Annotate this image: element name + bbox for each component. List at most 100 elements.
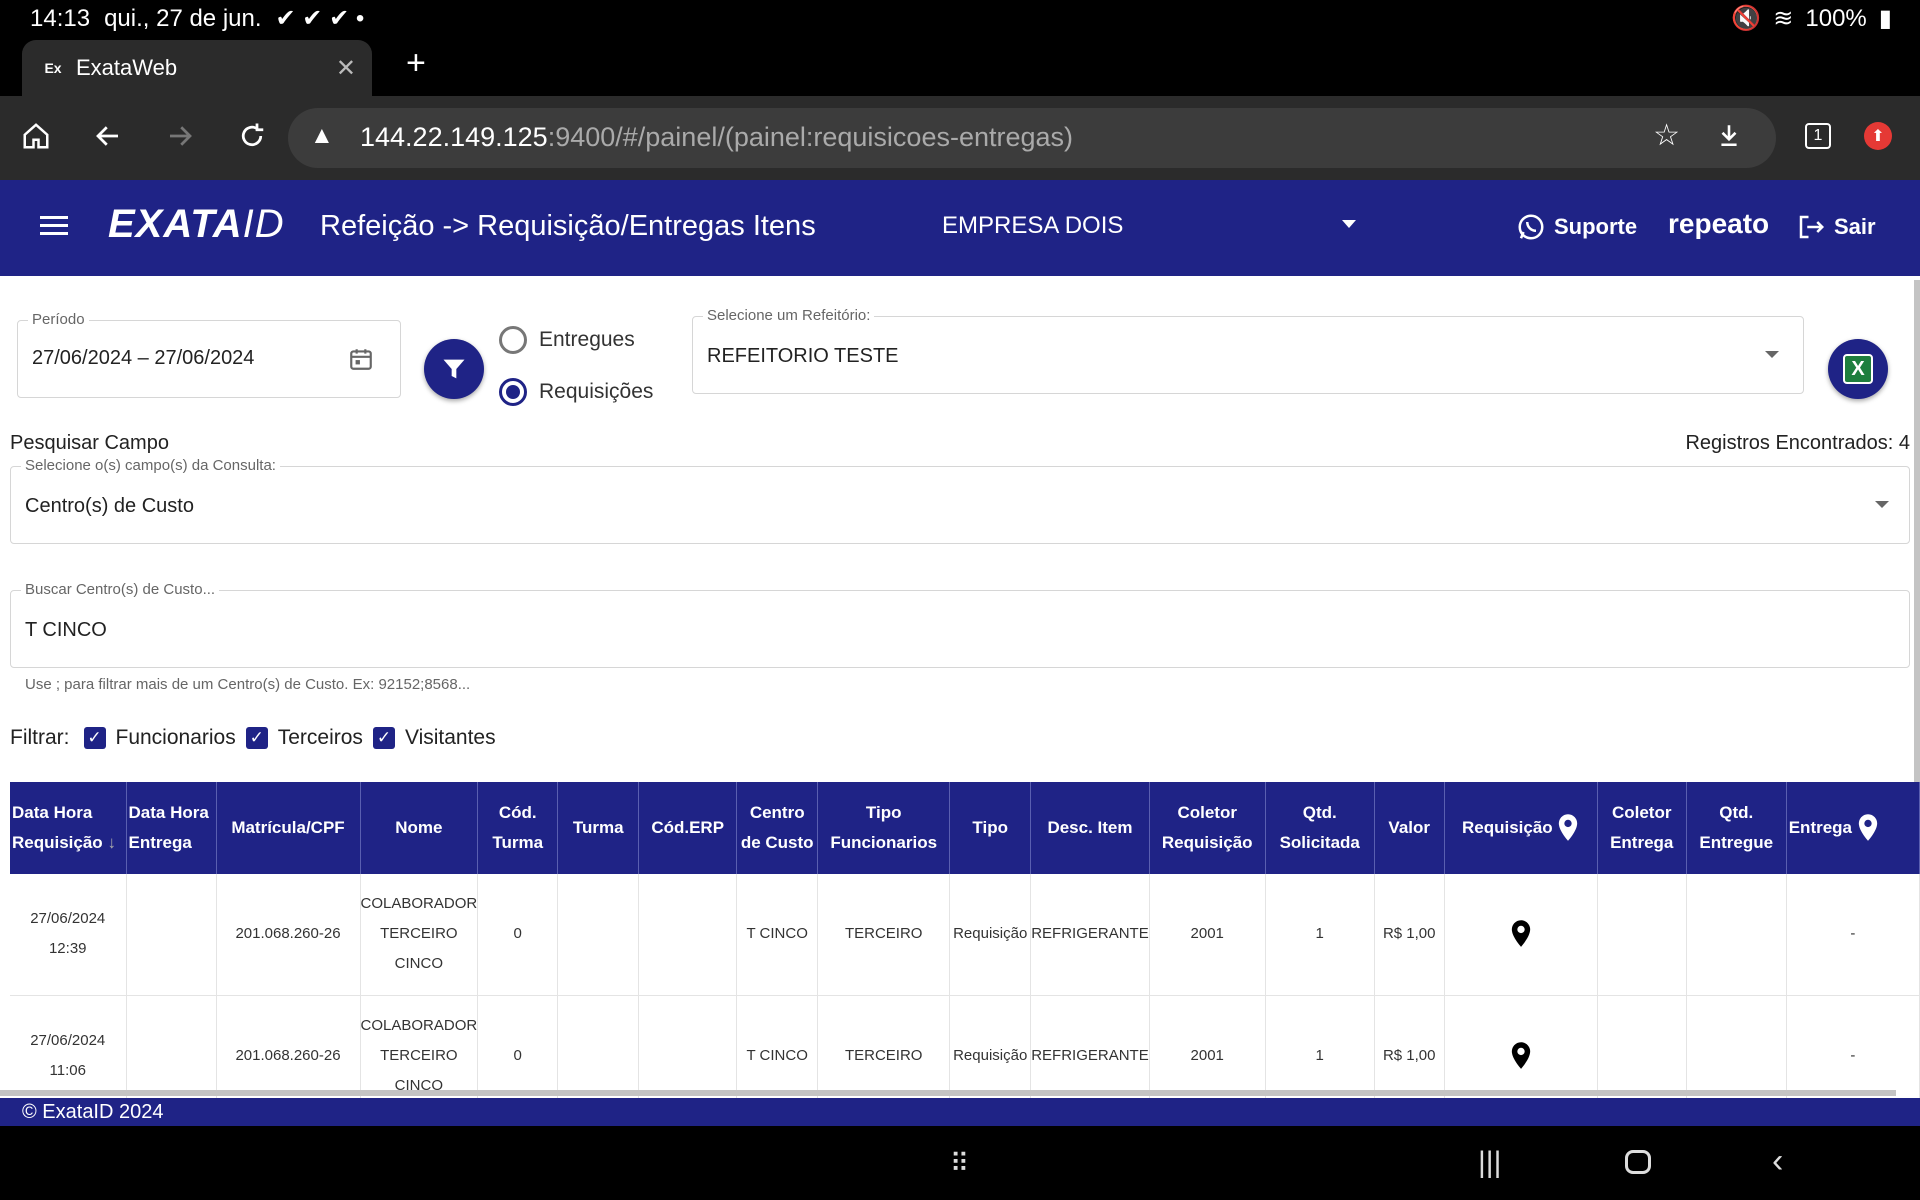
cost-center-search-label: Buscar Centro(s) de Custo... [21,581,220,598]
main-content: Período 27/06/2024 – 27/06/2024 Entregue… [0,276,1920,1098]
system-status-bar: 14:13 qui., 27 de jun. ✔ ✔ ✔ • 🔇 ≋ 100% … [0,0,1920,36]
logo-text: EXATA [108,202,243,246]
cell-cost-center: T CINCO [736,995,819,1098]
query-fields-select[interactable]: Selecione o(s) campo(s) da Consulta: Cen… [10,457,1910,544]
bookmark-star-icon[interactable]: ☆ [1653,118,1680,153]
col-delivery-location[interactable]: Entrega [1786,782,1920,874]
forward-icon[interactable] [160,116,200,156]
radio-requests-circle[interactable] [499,378,527,406]
url-path: :9400/#/painel/(painel:requisicoes-entre… [547,122,1074,152]
checkbox-funcionarios[interactable]: ✓ Funcionarios [83,726,236,750]
recent-apps-icon[interactable]: ||| [1478,1146,1501,1180]
checkbox-terceiros-label: Terceiros [277,726,363,749]
col-req-location-label: Requisição [1462,817,1553,837]
refectory-select[interactable]: Selecione um Refeitório: REFEITORIO TEST… [692,307,1804,394]
cell-req-location[interactable] [1444,874,1598,996]
col-name[interactable]: Nome [360,782,479,874]
col-collector-req[interactable]: Coletor Requisição [1149,782,1266,874]
filter-button[interactable] [424,339,484,399]
checkbox-visitantes[interactable]: ✓ Visitantes [372,726,496,750]
cell-req-datetime: 27/06/2024 12:39 [10,874,127,996]
col-value[interactable]: Valor [1374,782,1445,874]
horizontal-scrollbar[interactable] [0,1090,1896,1096]
cell-turma [557,874,640,996]
col-req-datetime-label: Data Hora Requisição [12,803,103,852]
new-tab-button[interactable]: + [406,44,426,83]
menu-icon[interactable] [40,216,68,240]
footer-copyright: © ExataID 2024 [0,1098,1920,1126]
tab-switcher-button[interactable]: 1 [1798,116,1838,156]
location-pin-icon[interactable] [1510,919,1532,949]
tab-title: ExataWeb [76,55,178,80]
support-button[interactable]: Suporte [1516,212,1637,242]
col-erp[interactable]: Cód.ERP [638,782,738,874]
cell-emp-type: TERCEIRO [817,874,951,996]
col-turma[interactable]: Turma [557,782,640,874]
apps-grid-icon[interactable]: ⠿ [950,1148,971,1179]
browser-tab[interactable]: Ex ExataWeb ✕ [22,40,372,96]
vertical-scrollbar[interactable] [1914,280,1920,782]
cell-delivery-location: - [1786,995,1920,1098]
calendar-icon[interactable] [348,345,374,378]
cell-value: R$ 1,00 [1374,874,1445,996]
filter-icon [443,359,465,379]
period-label: Período [28,311,89,328]
not-secure-icon[interactable]: ▲ [310,122,334,150]
type-filter-group: Filtrar: ✓ Funcionarios ✓ Terceiros ✓ Visit… [10,726,506,750]
export-excel-button[interactable]: X [1828,339,1888,399]
address-bar[interactable]: ▲ 144.22.149.125:9400/#/painel/(painel:r… [288,108,1776,168]
back-icon[interactable] [88,116,128,156]
records-count: Registros Encontrados: 4 [1685,432,1910,454]
radio-delivered-circle[interactable] [499,326,527,354]
refectory-dropdown-icon[interactable] [1765,351,1779,358]
col-cpf[interactable]: Matrícula/CPF [216,782,361,874]
logout-button[interactable]: Sair [1796,212,1876,242]
company-select[interactable]: EMPRESA DOIS [942,212,1123,240]
col-delivery-datetime[interactable]: Data Hora Entrega [126,782,217,874]
cell-req-location[interactable] [1444,995,1598,1098]
exataid-logo: EXATAID [108,202,285,247]
radio-requests[interactable]: Requisições [499,378,653,406]
back-nav-icon[interactable]: ‹ [1772,1142,1783,1181]
home-icon[interactable] [16,116,56,156]
home-nav-icon[interactable] [1625,1150,1651,1174]
radio-delivered-label: Entregues [539,328,635,351]
period-value: 27/06/2024 – 27/06/2024 [32,347,255,369]
date: qui., 27 de jun. [104,4,262,32]
query-fields-dropdown-icon[interactable] [1875,501,1889,508]
download-icon[interactable] [1716,120,1742,155]
col-req-datetime[interactable]: Data Hora Requisição ↓ [10,782,127,874]
cell-erp [638,874,738,996]
table-row[interactable]: 27/06/2024 11:06 201.068.260-26 COLABORAD… [10,995,1920,1098]
close-tab-icon[interactable]: ✕ [336,54,356,83]
system-navigation-bar: ⠿ ||| ‹ [0,1126,1920,1200]
whatsapp-icon [1518,214,1544,240]
wifi-icon: ≋ [1773,5,1794,32]
col-qty-req[interactable]: Qtd. Solicitada [1265,782,1375,874]
col-type[interactable]: Tipo [949,782,1032,874]
table-row[interactable]: 27/06/2024 12:39 201.068.260-26 COLABORAD… [10,874,1920,996]
cell-collector-del [1597,874,1687,996]
cell-turma-code: 0 [477,995,559,1098]
requests-table: Data Hora Requisição ↓ Data Hora Entrega… [10,782,1920,1098]
profile-update-icon[interactable]: ⬆ [1858,116,1898,156]
page-title: Refeição -> Requisição/Entregas Itens [320,210,816,242]
col-collector-del[interactable]: Coletor Entrega [1597,782,1687,874]
refectory-value: REFEITORIO TESTE [707,345,899,367]
company-dropdown-icon[interactable] [1342,220,1356,228]
reload-icon[interactable] [232,116,272,156]
col-emp-type[interactable]: Tipo Funcionarios [817,782,951,874]
cost-center-search-input[interactable]: Buscar Centro(s) de Custo... T CINCO [10,581,1910,668]
col-turma-code[interactable]: Cód. Turma [477,782,559,874]
col-req-location[interactable]: Requisição [1444,782,1598,874]
col-qty-del[interactable]: Qtd. Entregue [1686,782,1787,874]
col-item[interactable]: Desc. Item [1030,782,1150,874]
col-cost-center[interactable]: Centro de Custo [736,782,819,874]
sort-arrow-icon[interactable]: ↓ [107,833,116,852]
cell-req-time: 12:39 [48,940,87,958]
period-field[interactable]: Período 27/06/2024 – 27/06/2024 [17,311,401,398]
radio-delivered[interactable]: Entregues [499,326,635,354]
location-pin-icon[interactable] [1510,1041,1532,1071]
cell-qty-del [1686,874,1787,996]
checkbox-terceiros[interactable]: ✓ Terceiros [245,726,363,750]
